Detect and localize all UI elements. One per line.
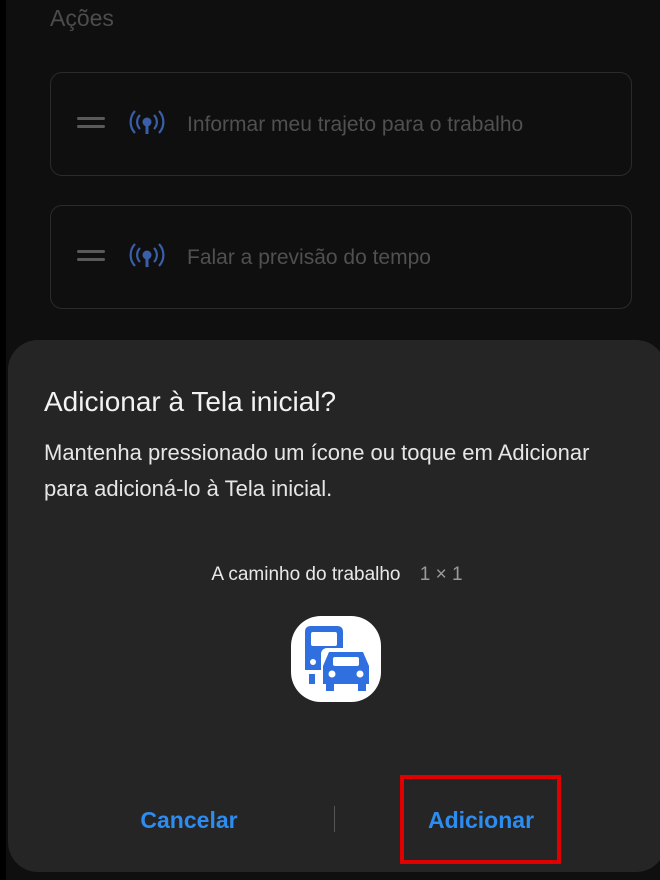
cancel-button[interactable]: Cancelar <box>100 798 278 842</box>
dialog-body: Mantenha pressionado um ícone ou toque e… <box>44 440 590 501</box>
drag-handle-icon[interactable] <box>77 117 105 129</box>
button-divider <box>334 806 335 832</box>
action-label-commute: Informar meu trajeto para o trabalho <box>187 113 524 136</box>
broadcast-icon <box>129 110 165 134</box>
add-button[interactable]: Adicionar <box>400 798 562 842</box>
section-title: Ações <box>50 5 114 31</box>
add-to-home-dialog: Adicionar à Tela inicial? Mantenha press… <box>8 340 660 872</box>
action-card-weather[interactable]: Falar a previsão do tempo <box>50 205 632 309</box>
drag-handle-icon[interactable] <box>77 250 105 262</box>
action-card-commute[interactable]: Informar meu trajeto para o trabalho <box>50 72 632 176</box>
screen: Ações Informar meu trajeto para o trabal… <box>0 0 660 880</box>
widget-name: A caminho do trabalho <box>211 564 401 585</box>
dialog-title: Adicionar à Tela inicial? <box>44 386 337 417</box>
broadcast-icon <box>129 243 165 267</box>
widget-info: A caminho do trabalho 1 × 1 <box>8 562 660 588</box>
action-label-weather: Falar a previsão do tempo <box>187 246 431 269</box>
widget-size: 1 × 1 <box>419 564 463 585</box>
commute-icon[interactable] <box>291 616 381 702</box>
